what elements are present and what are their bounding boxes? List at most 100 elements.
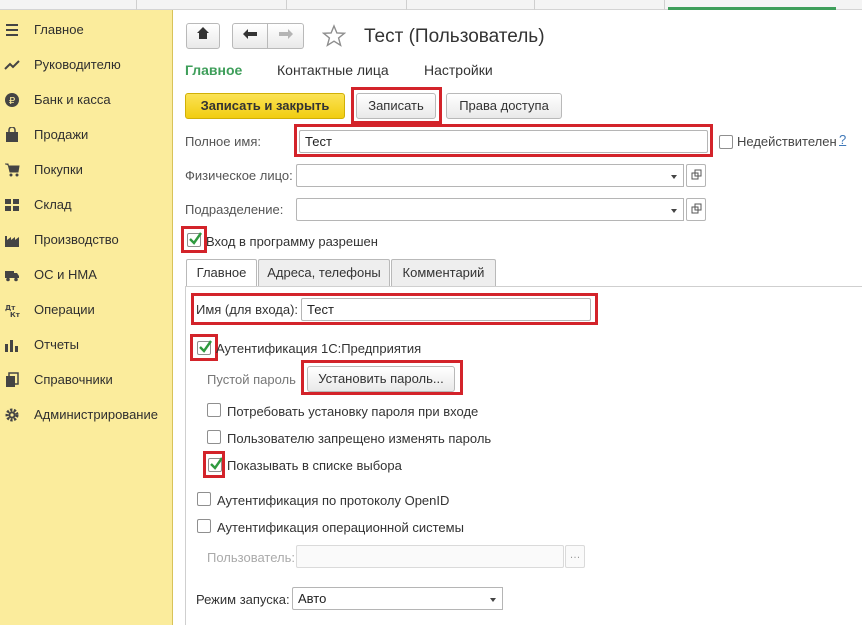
login-name-label: Имя (для входа): bbox=[196, 302, 299, 317]
sidebar-item-label: Покупки bbox=[34, 162, 83, 177]
sidebar-item-sales[interactable]: Продажи bbox=[0, 122, 173, 148]
department-label: Подразделение: bbox=[185, 202, 284, 217]
home-button[interactable] bbox=[186, 23, 220, 49]
sidebar-item-label: Администрирование bbox=[34, 407, 158, 422]
sidebar-item-assets[interactable]: ОС и НМА bbox=[0, 262, 173, 288]
tab-settings[interactable]: Настройки bbox=[424, 62, 493, 78]
cart-icon bbox=[4, 162, 20, 178]
home-icon bbox=[196, 24, 210, 48]
invalid-label: Недействителен bbox=[737, 134, 837, 149]
login-name-input[interactable]: Тест bbox=[301, 298, 591, 321]
top-tab[interactable] bbox=[0, 0, 137, 10]
sidebar-item-label: Руководителю bbox=[34, 57, 121, 72]
launch-mode-label: Режим запуска: bbox=[196, 592, 290, 607]
save-and-close-button[interactable]: Записать и закрыть bbox=[185, 93, 345, 119]
login-allowed-checkbox[interactable] bbox=[187, 232, 202, 247]
tab-contacts[interactable]: Контактные лица bbox=[277, 62, 389, 78]
inner-tab-main[interactable]: Главное bbox=[186, 259, 257, 287]
menu-lines-icon bbox=[4, 22, 20, 38]
launch-mode-select[interactable]: Авто bbox=[292, 587, 485, 610]
warehouse-grid-icon bbox=[4, 197, 20, 213]
sidebar-item-label: ОС и НМА bbox=[34, 267, 97, 282]
individual-input[interactable] bbox=[296, 164, 666, 187]
openid-label: Аутентификация по протоколу OpenID bbox=[217, 493, 450, 508]
sidebar-item-label: Главное bbox=[34, 22, 84, 37]
individual-open-button[interactable] bbox=[686, 164, 706, 187]
gear-icon bbox=[4, 407, 20, 423]
os-user-label: Пользователь: bbox=[207, 550, 295, 565]
os-auth-checkbox[interactable] bbox=[197, 519, 211, 533]
individual-label: Физическое лицо: bbox=[185, 168, 293, 183]
sidebar: Главное Руководителю ₽ Банк и касса Прод… bbox=[0, 10, 173, 625]
app-window: Главное Руководителю ₽ Банк и касса Прод… bbox=[0, 0, 862, 625]
form-area: Тест (Пользователь) Главное Контактные л… bbox=[174, 10, 862, 625]
sidebar-item-purchases[interactable]: Покупки bbox=[0, 157, 173, 183]
login-allowed-label: Вход в программу разрешен bbox=[206, 234, 378, 249]
forward-button[interactable] bbox=[268, 23, 304, 49]
sidebar-item-label: Банк и касса bbox=[34, 92, 111, 107]
os-auth-label: Аутентификация операционной системы bbox=[217, 520, 464, 535]
sidebar-item-warehouse[interactable]: Склад bbox=[0, 192, 173, 218]
inner-tab-addresses[interactable]: Адреса, телефоны bbox=[258, 259, 390, 286]
top-tab-strip bbox=[0, 0, 862, 10]
sidebar-item-label: Склад bbox=[34, 197, 72, 212]
sidebar-item-label: Отчеты bbox=[34, 337, 79, 352]
sidebar-item-operations[interactable]: Дт Кт Операции bbox=[0, 297, 173, 323]
sidebar-item-main[interactable]: Главное bbox=[0, 17, 173, 43]
forbid-password-change-label: Пользователю запрещено изменять пароль bbox=[227, 431, 492, 446]
help-link[interactable]: ? bbox=[839, 132, 846, 147]
top-tab[interactable] bbox=[535, 0, 665, 10]
dt-kt-icon: Дт Кт bbox=[4, 302, 20, 318]
ruble-coin-icon: ₽ bbox=[4, 92, 20, 108]
empty-password-label: Пустой пароль bbox=[207, 372, 296, 387]
arrow-right-icon bbox=[278, 24, 294, 48]
individual-dropdown-button[interactable] bbox=[664, 164, 684, 187]
arrow-left-icon bbox=[242, 24, 258, 48]
save-button[interactable]: Записать bbox=[356, 93, 436, 119]
os-user-select-button: … bbox=[565, 545, 585, 568]
set-password-button[interactable]: Установить пароль... bbox=[307, 366, 455, 392]
openid-checkbox[interactable] bbox=[197, 492, 211, 506]
require-password-change-label: Потребовать установку пароля при входе bbox=[227, 404, 479, 419]
show-in-list-checkbox[interactable] bbox=[208, 457, 223, 472]
svg-text:₽: ₽ bbox=[9, 96, 16, 107]
os-user-input bbox=[296, 545, 564, 568]
back-button[interactable] bbox=[232, 23, 268, 49]
auth-1c-checkbox[interactable] bbox=[197, 340, 212, 355]
forbid-password-change-checkbox[interactable] bbox=[207, 430, 221, 444]
launch-mode-dropdown-button[interactable] bbox=[483, 587, 503, 610]
department-open-button[interactable] bbox=[686, 198, 706, 221]
sidebar-item-label: Продажи bbox=[34, 127, 89, 142]
access-rights-button[interactable]: Права доступа bbox=[446, 93, 562, 119]
sidebar-item-bank[interactable]: ₽ Банк и касса bbox=[0, 87, 173, 113]
top-tab[interactable] bbox=[287, 0, 407, 10]
trend-icon bbox=[4, 57, 20, 73]
tab-main[interactable]: Главное bbox=[185, 62, 242, 78]
show-in-list-label: Показывать в списке выбора bbox=[227, 458, 402, 473]
top-tab[interactable] bbox=[137, 0, 287, 10]
top-tab[interactable] bbox=[407, 0, 535, 10]
truck-icon bbox=[4, 267, 20, 283]
inner-tab-panel bbox=[185, 286, 862, 625]
factory-icon bbox=[4, 232, 20, 248]
sidebar-item-production[interactable]: Производство bbox=[0, 227, 173, 253]
require-password-change-checkbox[interactable] bbox=[207, 403, 221, 417]
sidebar-item-label: Операции bbox=[34, 302, 95, 317]
sidebar-item-reports[interactable]: Отчеты bbox=[0, 332, 173, 358]
department-input[interactable] bbox=[296, 198, 666, 221]
books-icon bbox=[4, 372, 20, 388]
sidebar-item-manager[interactable]: Руководителю bbox=[0, 52, 173, 78]
shopping-bag-icon bbox=[4, 127, 20, 143]
sidebar-item-references[interactable]: Справочники bbox=[0, 367, 173, 393]
sidebar-item-label: Производство bbox=[34, 232, 119, 247]
inner-tab-comment[interactable]: Комментарий bbox=[391, 259, 496, 286]
department-dropdown-button[interactable] bbox=[664, 198, 684, 221]
full-name-label: Полное имя: bbox=[185, 134, 261, 149]
sidebar-item-admin[interactable]: Администрирование bbox=[0, 402, 173, 428]
full-name-input[interactable]: Тест bbox=[299, 130, 708, 153]
bar-chart-icon bbox=[4, 337, 20, 353]
invalid-checkbox[interactable] bbox=[719, 135, 733, 149]
page-title: Тест (Пользователь) bbox=[364, 26, 545, 47]
auth-1c-label: Аутентификация 1С:Предприятия bbox=[216, 341, 422, 356]
favorite-star-icon[interactable] bbox=[321, 24, 347, 51]
